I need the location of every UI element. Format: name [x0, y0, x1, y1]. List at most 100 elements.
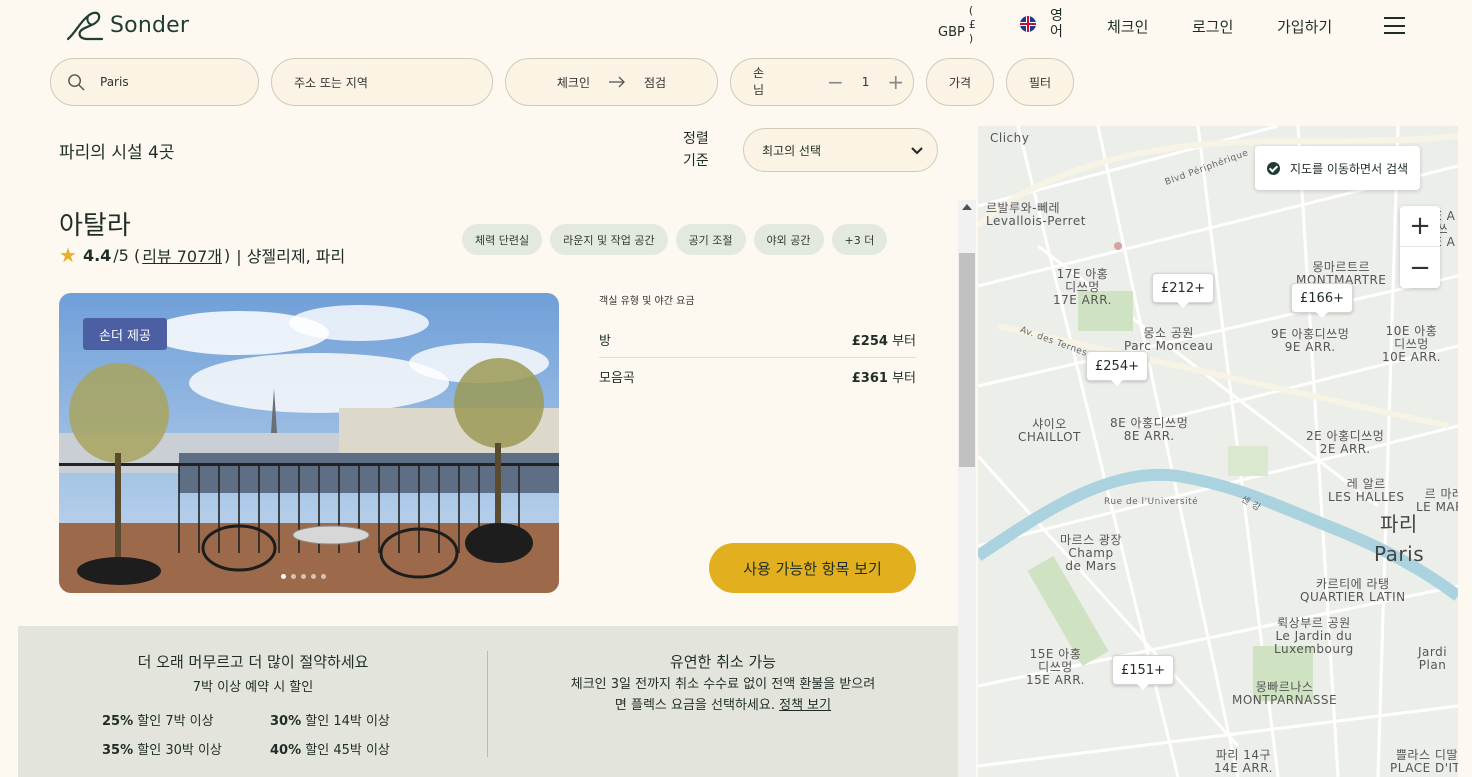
menu-icon[interactable]	[1384, 17, 1405, 34]
long-stay-title: 더 오래 머무르고 더 많이 절약하세요	[137, 653, 369, 671]
language-label: 영 어	[1050, 8, 1063, 40]
price-filter-button[interactable]: 가격	[926, 58, 994, 106]
discount-grid: 25% 할인 7박 이상 30% 할인 14박 이상 35% 할인 30박 이상…	[102, 710, 430, 758]
map-label-place-italie: 쁠라스 디딸리 PLACE D'ITAL	[1390, 748, 1458, 775]
map-label-levallois: 르발루와-뻬레 Levallois-Perret	[986, 201, 1086, 228]
room-type: 모음곡	[599, 371, 635, 386]
check-circle-icon	[1267, 161, 1280, 175]
room-price: £361 부터	[852, 367, 916, 386]
currency-symbol-stack: ( £ )	[969, 4, 976, 46]
property-rating: 4.4	[82, 245, 112, 265]
room-type: 방	[599, 333, 611, 349]
price-pin[interactable]: £212+	[1152, 273, 1214, 308]
language-selector[interactable]: 영 어	[1020, 8, 1063, 40]
zoom-in-button[interactable]: +	[1400, 206, 1440, 247]
decrease-guests-button[interactable]: −	[827, 72, 844, 92]
checkin-date-label[interactable]: 체크인	[557, 74, 590, 91]
promo-banner: 더 오래 머무르고 더 많이 절약하세요 7박 이상 예약 시 할인 25% 할…	[18, 626, 958, 777]
list-scrollbar[interactable]	[958, 200, 976, 777]
language-label-line2: 어	[1050, 24, 1063, 40]
star-icon: ★	[59, 243, 77, 267]
price-pin[interactable]: £254+	[1086, 351, 1148, 386]
nav-checkin-link[interactable]: 체크인	[1107, 16, 1148, 37]
map-label-paris-ko: 파리	[1380, 512, 1418, 536]
checkout-date-label[interactable]: 점검	[644, 74, 666, 91]
photo-carousel-dots[interactable]	[281, 574, 326, 579]
map-label-parc-monceau: 몽소 공원 Parc Monceau	[1124, 326, 1214, 353]
map-label-jardin-plantes: Jardi Plan	[1418, 645, 1448, 672]
room-price-suffix: 부터	[892, 333, 916, 349]
guests-stepper: − 1 +	[827, 72, 904, 92]
discount-text: 할인 30박 이상	[137, 743, 222, 758]
map-label-champ-de-mars: 마르스 광장 Champ de Mars	[1060, 533, 1123, 573]
guests-count: 1	[861, 75, 870, 89]
currency-selector[interactable]: GBP ( £ )	[938, 4, 976, 46]
zoom-out-button[interactable]: −	[1400, 247, 1440, 288]
sort-label-line2: 기준	[683, 153, 709, 169]
nav-signup-link[interactable]: 가입하기	[1277, 16, 1332, 37]
map-label-2e: 2E 아홍디쓰멍 2E ARR.	[1306, 429, 1385, 456]
currency-paren-open: (	[968, 4, 974, 17]
search-as-map-moves-toggle[interactable]: 지도를 이동하면서 검색	[1255, 146, 1421, 190]
long-stay-subtitle: 7박 이상 예약 시 할인	[192, 680, 314, 695]
uk-flag-icon	[1020, 16, 1036, 32]
cancellation-line2: 면 플렉스 요금을 선택하세요.	[614, 698, 775, 713]
search-icon	[68, 73, 85, 91]
map-label-15e: 15E 아홍 디쓰멍 15E ARR.	[1026, 647, 1085, 687]
discount-percent: 25%	[102, 714, 134, 729]
rates-title: 객실 유형 및 야간 요금	[599, 296, 695, 307]
property-photo[interactable]: 손더 제공	[59, 293, 559, 593]
amenity-chip: 공기 조절	[675, 224, 746, 255]
location-search-input[interactable]: Paris	[50, 58, 259, 106]
cancellation-text: 체크인 3일 전까지 취소 수수료 없이 전액 환불을 받으려 면 플렉스 요금…	[488, 674, 958, 716]
results-count: 파리의 시설 4곳	[59, 143, 175, 163]
cancellation-section: 유연한 취소 가능 체크인 3일 전까지 취소 수수료 없이 전액 환불을 받으…	[488, 651, 958, 716]
sonder-bird-icon	[66, 11, 104, 41]
location-value: Paris	[100, 75, 129, 89]
scroll-up-arrow-icon[interactable]	[962, 204, 972, 210]
discount-text: 할인 14박 이상	[305, 714, 390, 729]
view-policy-link[interactable]: 정책 보기	[779, 698, 831, 713]
guests-label-line2: 님	[753, 83, 765, 97]
amenity-chip: 야외 공간	[753, 224, 824, 255]
guests-selector: 손 님 − 1 +	[730, 58, 914, 106]
view-availability-button[interactable]: 사용 가능한 항목 보기	[709, 543, 916, 593]
nav-login-link[interactable]: 로그인	[1192, 16, 1233, 37]
address-area-input[interactable]: 주소 또는 지역	[271, 58, 493, 106]
rate-row: 방 £254 부터	[599, 321, 916, 358]
amenity-chip: 라운지 및 작업 공간	[550, 224, 668, 255]
brand-name: Sonder	[110, 12, 190, 38]
increase-guests-button[interactable]: +	[887, 72, 904, 92]
price-pin[interactable]: £166+	[1291, 283, 1353, 318]
filter-button[interactable]: 필터	[1006, 58, 1074, 106]
map-label-9e: 9E 아홍디쓰멍 9E ARR.	[1271, 327, 1350, 354]
guests-label: 손 님	[753, 65, 764, 99]
map-label-14e: 파리 14구 14E ARR.	[1214, 748, 1273, 775]
scrollbar-thumb[interactable]	[959, 253, 975, 467]
date-range-picker[interactable]: 체크인 점검	[505, 58, 718, 106]
map-label-clichy: Clichy	[990, 131, 1030, 145]
map-label-paris: Paris	[1374, 542, 1425, 566]
sonder-offer-badge: 손더 제공	[83, 318, 167, 350]
reviews-link[interactable]: 리뷰 707개	[142, 243, 222, 267]
price-pin[interactable]: £151+	[1112, 655, 1174, 690]
map-zoom-controls: + −	[1400, 206, 1440, 288]
discount-percent: 30%	[270, 714, 302, 729]
more-amenities-chip[interactable]: +3 더	[831, 224, 888, 255]
room-price-amount: £254	[851, 333, 888, 349]
rating-suffix: /5 (	[113, 245, 141, 265]
sort-selected-value: 최고의 선택	[762, 143, 822, 158]
discount-percent: 35%	[102, 743, 134, 758]
room-price: £254 부터	[852, 330, 916, 349]
map-label-10e: 10E 아홍 디쓰멍 10E ARR.	[1382, 324, 1441, 364]
address-area-placeholder: 주소 또는 지역	[294, 75, 368, 90]
sonder-logo[interactable]: Sonder	[66, 8, 189, 42]
sort-dropdown[interactable]: 최고의 선택	[743, 128, 938, 172]
rating-close: )	[223, 245, 231, 265]
property-name[interactable]: 아탈라	[59, 205, 131, 242]
currency-code: GBP	[938, 24, 965, 40]
sort-label: 정렬 기준	[683, 128, 709, 172]
long-stay-section: 더 오래 머무르고 더 많이 절약하세요 7박 이상 예약 시 할인	[18, 651, 488, 695]
map-view[interactable]: Clichy Blvd Périphérique 르발루와-뻬레 Levallo…	[978, 126, 1458, 777]
map-label-quartier-latin: 카르티에 라탱 QUARTIER LATIN	[1300, 577, 1406, 604]
